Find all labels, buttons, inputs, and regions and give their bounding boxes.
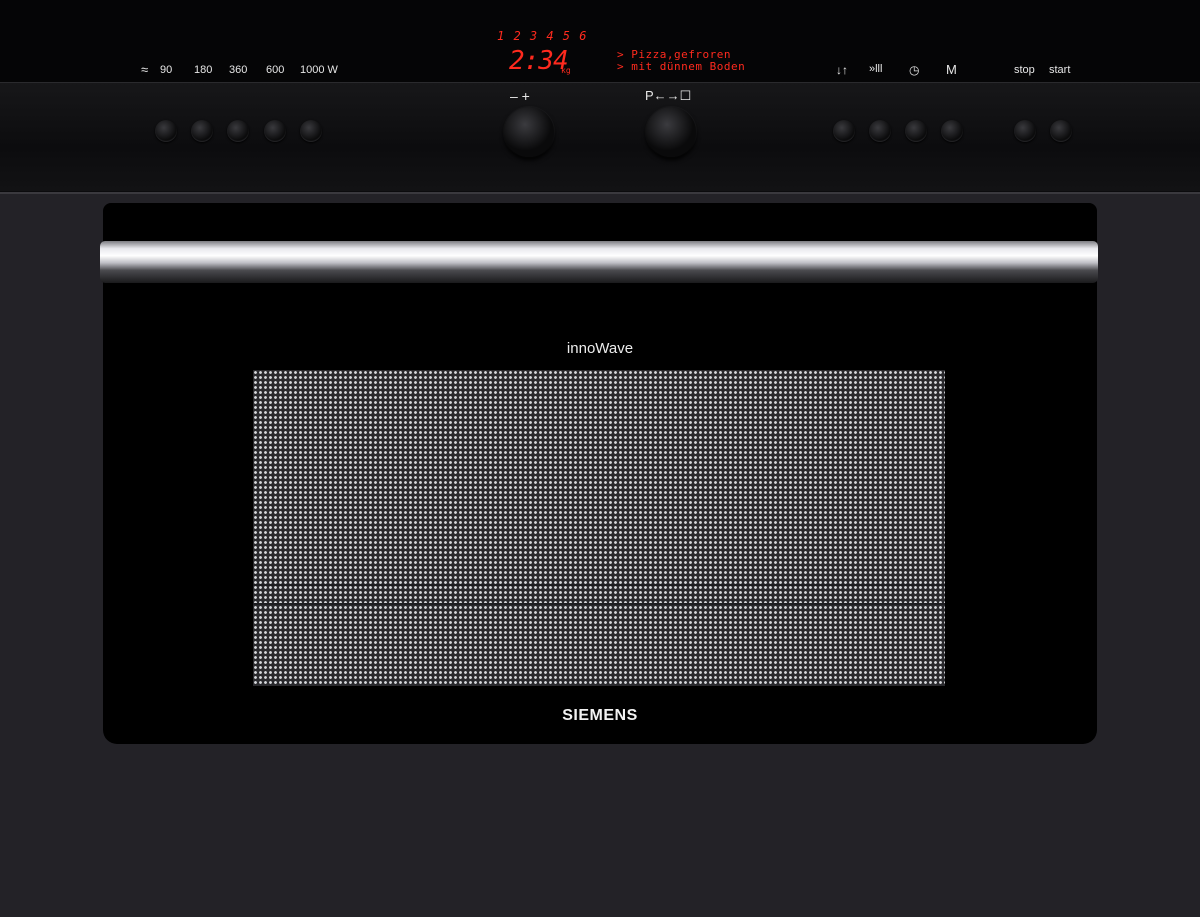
updown-icon: ↓↑ bbox=[836, 63, 848, 77]
power-360-button[interactable] bbox=[227, 120, 249, 142]
fast-forward-icon: »lll bbox=[869, 63, 883, 75]
clock-icon: ◷ bbox=[909, 63, 920, 77]
value-knob[interactable] bbox=[504, 107, 554, 157]
stop-label: stop bbox=[1014, 64, 1035, 76]
label-strip: ≈ 90 180 360 600 1000 W 1 2 3 4 5 6 2:34… bbox=[0, 0, 1200, 82]
power-90-button[interactable] bbox=[155, 120, 177, 142]
timer-button[interactable] bbox=[905, 120, 927, 142]
power-180-button[interactable] bbox=[191, 120, 213, 142]
start-label: start bbox=[1049, 64, 1071, 76]
brand-logo: SIEMENS bbox=[562, 707, 638, 724]
power-label-1000: 1000 W bbox=[300, 64, 338, 76]
display-time: 2:34 bbox=[509, 46, 569, 76]
display-unit: kg bbox=[561, 66, 571, 75]
microwave-oven: ≈ 90 180 360 600 1000 W 1 2 3 4 5 6 2:34… bbox=[0, 0, 1200, 917]
display-message-line2: > mit dünnem Boden bbox=[617, 60, 746, 73]
wave-icon: ≈ bbox=[141, 62, 149, 77]
window-rack-line bbox=[253, 584, 945, 586]
program-knob[interactable] bbox=[646, 107, 696, 157]
power-label-600: 600 bbox=[266, 64, 285, 76]
control-panel: ≈ 90 180 360 600 1000 W 1 2 3 4 5 6 2:34… bbox=[0, 0, 1200, 194]
power-1000-button[interactable] bbox=[300, 120, 322, 142]
door-handle[interactable] bbox=[100, 241, 1098, 283]
power-label-360: 360 bbox=[229, 64, 248, 76]
viewing-window bbox=[253, 370, 945, 686]
power-600-button[interactable] bbox=[264, 120, 286, 142]
fast-forward-button[interactable] bbox=[869, 120, 891, 142]
memory-label: M bbox=[946, 62, 957, 77]
power-label-180: 180 bbox=[194, 64, 213, 76]
start-button[interactable] bbox=[1050, 120, 1072, 142]
stop-button[interactable] bbox=[1014, 120, 1036, 142]
minus-plus-label: – + bbox=[510, 88, 530, 104]
memory-button[interactable] bbox=[941, 120, 963, 142]
model-label: innoWave bbox=[566, 340, 634, 357]
weight-button[interactable] bbox=[833, 120, 855, 142]
window-rack-line bbox=[253, 603, 945, 605]
program-numbers: 1 2 3 4 5 6 bbox=[497, 29, 588, 43]
power-label-90: 90 bbox=[160, 64, 173, 76]
program-knob-label: P←→☐ bbox=[645, 88, 692, 103]
